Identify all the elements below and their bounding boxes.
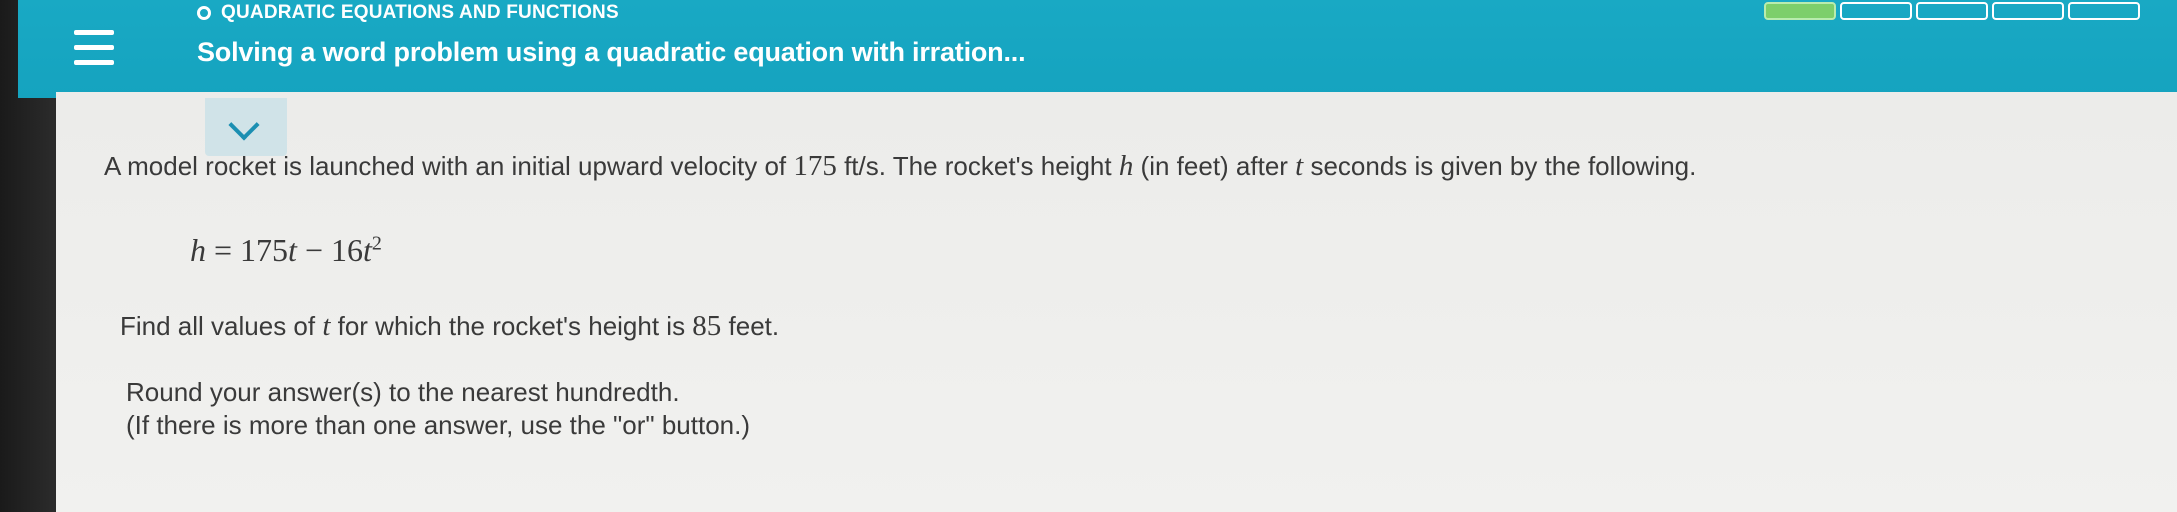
progress-bar (1764, 2, 2144, 24)
progress-segment (1916, 2, 1988, 20)
progress-segment (1992, 2, 2064, 20)
height-equation: h = 175t − 16t2 (190, 232, 382, 269)
progress-segment (1840, 2, 1912, 20)
find-text: feet. (721, 311, 780, 341)
intro-text: (in feet) after (1133, 151, 1296, 181)
chevron-down-icon (228, 109, 260, 141)
equation-term: − 16 (296, 232, 363, 268)
progress-segment (2068, 2, 2140, 20)
page-title: Solving a word problem using a quadratic… (197, 37, 1026, 67)
intro-text: . The rocket's height (878, 151, 1119, 181)
round-instruction: Round your answer(s) to the nearest hund… (126, 377, 680, 407)
equation-term: = 175 (206, 232, 289, 268)
collapse-header-button[interactable] (205, 98, 287, 156)
progress-segment (1764, 2, 1836, 20)
problem-intro: A model rocket is launched with an initi… (104, 150, 1696, 183)
target-height-value: 85 (692, 310, 722, 342)
velocity-unit: ft/s (836, 151, 879, 181)
screen: QUADRATIC EQUATIONS AND FUNCTIONS Solvin… (0, 0, 2177, 512)
equation-var: t (288, 232, 297, 268)
equation-var: t (362, 232, 372, 268)
topic-line: QUADRATIC EQUATIONS AND FUNCTIONS (197, 0, 619, 26)
equation-exponent: 2 (371, 232, 382, 255)
hamburger-menu-icon[interactable] (68, 26, 126, 74)
velocity-value: 175 (793, 150, 837, 182)
intro-text: seconds is given by the following. (1303, 151, 1697, 181)
find-text: Find all values of (120, 311, 323, 341)
topic-circle-icon (197, 6, 211, 20)
or-button-instruction: (If there is more than one answer, use t… (126, 410, 751, 440)
equation-lhs: h (190, 232, 206, 268)
topic-label: QUADRATIC EQUATIONS AND FUNCTIONS (221, 2, 619, 23)
find-question: Find all values of t for which the rocke… (120, 310, 779, 343)
variable-h: h (1118, 150, 1134, 182)
intro-text: A model rocket is launched with an initi… (104, 151, 794, 181)
find-text: for which the rocket's height is (330, 311, 693, 341)
